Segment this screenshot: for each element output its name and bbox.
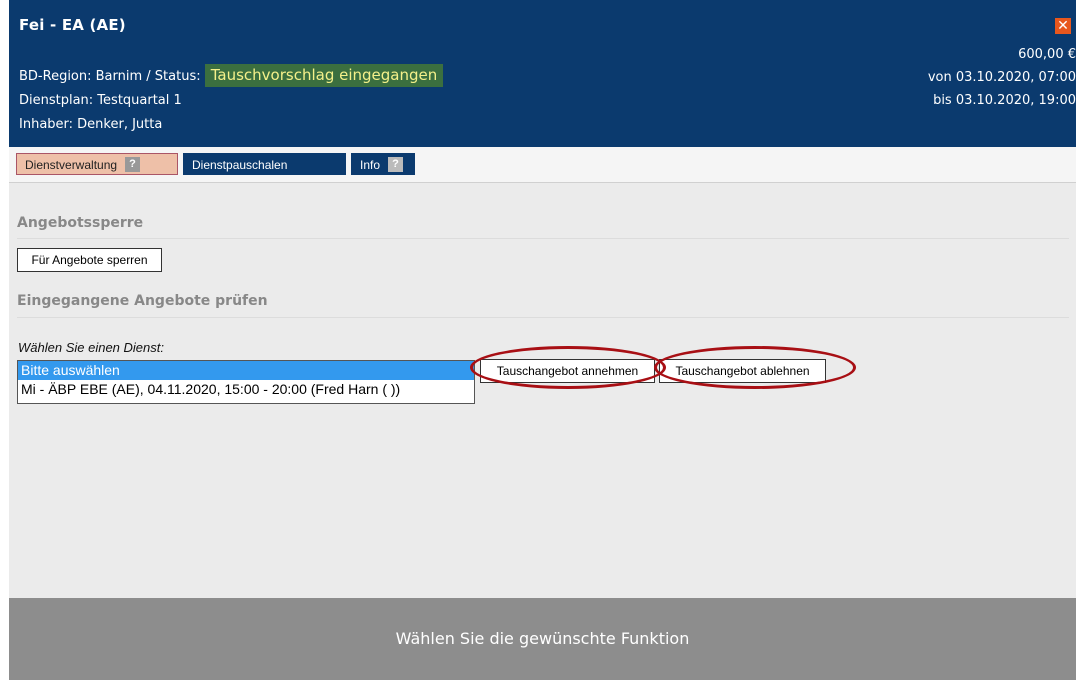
tab-info[interactable]: Info? [351,153,415,175]
tab-label: Dienstpauschalen [192,158,288,172]
dialog-title: Fei - EA (AE) [19,16,126,34]
section-title-angebotssperre: Angebotssperre [17,215,144,231]
reject-swap-button[interactable]: Tauschangebot ablehnen [659,359,826,383]
status-badge: Tauschvorschlag eingegangen [204,64,444,87]
dienstplan-label: Dienstplan: Testquartal 1 [19,93,182,108]
lock-offers-button[interactable]: Für Angebote sperren [17,248,162,272]
time-to-label: bis 03.10.2020, 19:00 [933,93,1076,108]
inhaber-label: Inhaber: Denker, Jutta [19,117,163,132]
listbox-option[interactable]: Bitte auswählen [18,361,474,380]
divider [17,238,1069,239]
dialog-header: Fei - EA (AE) BD-Region: Barnim / Status… [9,0,1076,147]
help-icon[interactable]: ? [388,157,404,173]
close-icon[interactable]: ✕ [1055,18,1071,34]
help-icon[interactable]: ? [125,157,141,173]
dienst-listbox[interactable]: Bitte auswählen Mi - ÄBP EBE (AE), 04.11… [17,360,475,404]
section-title-angebote: Eingegangene Angebote prüfen [17,293,268,309]
divider [17,317,1069,318]
region-status-line: BD-Region: Barnim / Status: Tauschvorsch… [19,64,444,87]
listbox-option[interactable]: Mi - ÄBP EBE (AE), 04.11.2020, 15:00 - 2… [18,380,474,399]
select-dienst-label: Wählen Sie einen Dienst: [18,340,164,355]
tab-bar: Dienstverwaltung? Dienstpauschalen Info? [9,147,1076,183]
status-footer: Wählen Sie die gewünschte Funktion [9,598,1076,680]
time-from-label: von 03.10.2020, 07:00 [927,70,1076,85]
tab-dienstpauschalen[interactable]: Dienstpauschalen [183,153,346,175]
tab-label: Info [360,158,381,172]
dialog-window: Fei - EA (AE) BD-Region: Barnim / Status… [9,0,1076,680]
tab-label: Dienstverwaltung [25,158,118,172]
region-label: BD-Region: Barnim / Status: [19,69,205,84]
accept-swap-button[interactable]: Tauschangebot annehmen [480,359,655,383]
price-label: 600,00 € [1018,47,1076,62]
tab-dienstverwaltung[interactable]: Dienstverwaltung? [16,153,178,175]
